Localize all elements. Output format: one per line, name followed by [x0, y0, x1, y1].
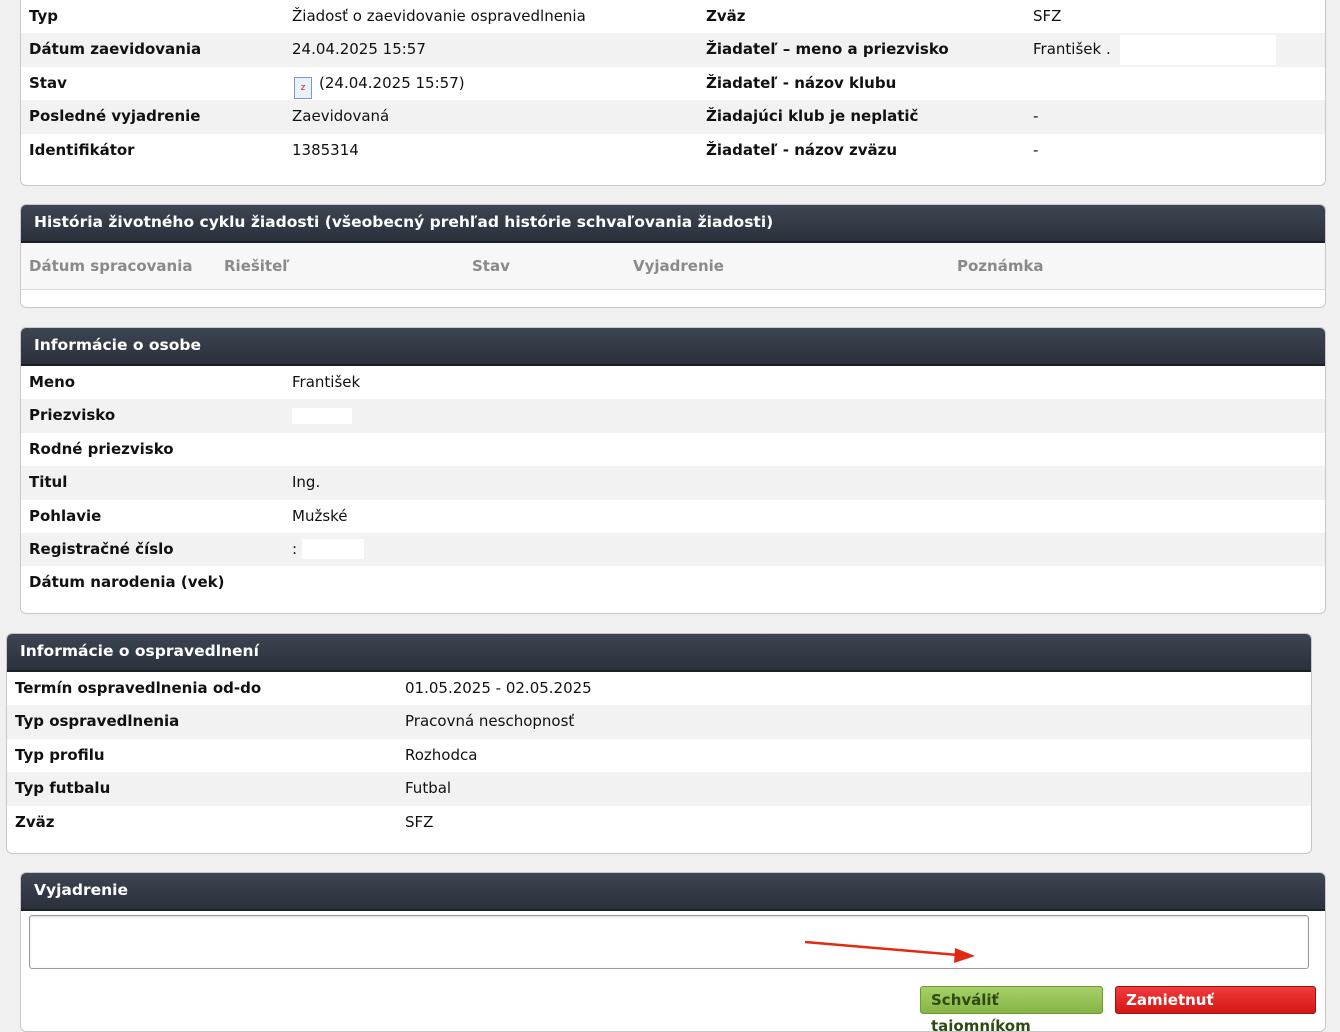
person-title: Informácie o osobe [21, 328, 1325, 366]
redacted-mask [292, 570, 520, 595]
column-note[interactable]: Poznámka [957, 243, 1044, 289]
label-title: Titul [29, 473, 68, 492]
statement-panel: Vyjadrenie Schváliť tajomníkom Zamietnuť… [20, 872, 1326, 1032]
label-gender: Pohlavie [29, 506, 102, 525]
label-birth-surname: Rodné priezvisko [29, 439, 174, 458]
value-gender: Mužské [292, 506, 348, 525]
excuse-row-football: Typ futbalu Futbal [7, 772, 1311, 806]
column-status[interactable]: Stav [472, 243, 510, 289]
label-status: Stav [29, 73, 67, 92]
person-row-first-name: Meno František [21, 366, 1325, 399]
value-identifier: 1385314 [292, 140, 359, 159]
reject-button[interactable]: Zamietnuť tajomníkom [1115, 986, 1316, 1031]
excuse-row-union: Zväz SFZ [7, 806, 1311, 839]
label-excuse-type: Typ ospravedlnenia [15, 712, 180, 731]
value-union: SFZ [1033, 7, 1062, 25]
person-panel: Informácie o osobe Meno František Priezv… [20, 327, 1326, 614]
value-registration-date: 24.04.2025 15:57 [292, 40, 426, 59]
history-title: História životného cyklu žiadosti (všeob… [21, 205, 1325, 243]
value-registration-number: : [292, 539, 298, 558]
redacted-mask [292, 407, 352, 424]
excuse-row-profile: Typ profilu Rozhodca [7, 739, 1311, 772]
person-row-title: Titul Ing. [21, 466, 1325, 500]
value-status-wrap: z (24.04.2025 15:57) [294, 67, 465, 100]
label-union: Zväz [706, 7, 746, 25]
value-type: Žiadosť o zaevidovanie ospravedlnenia [292, 7, 586, 25]
history-table-header: Dátum spracovania Riešiteľ Stav Vyjadren… [21, 243, 1325, 290]
value-excuse-period: 01.05.2025 - 02.05.2025 [405, 679, 592, 697]
label-profile-type: Typ profilu [15, 745, 105, 764]
value-first-name: František [292, 373, 361, 391]
label-type: Typ [29, 7, 58, 25]
statement-title: Vyjadrenie [21, 873, 1325, 911]
value-profile-type: Rozhodca [405, 745, 478, 764]
person-row-birth-surname: Rodné priezvisko [21, 433, 1325, 466]
label-applicant-union: Žiadateľ - názov zväzu [706, 140, 898, 159]
request-row-type: Typ Žiadosť o zaevidovanie ospravedlneni… [21, 0, 1325, 33]
column-statement[interactable]: Vyjadrenie [633, 243, 724, 289]
request-row-status: Stav z (24.04.2025 15:57) Žiadateľ - názo… [21, 67, 1325, 100]
column-solver[interactable]: Riešiteľ [224, 243, 289, 289]
value-birth-date-wrap [292, 566, 520, 599]
label-registration-number: Registračné číslo [29, 539, 174, 558]
label-identifier: Identifikátor [29, 140, 135, 159]
person-row-surname: Priezvisko [21, 399, 1325, 433]
request-info-panel: Typ Žiadosť o zaevidovanie ospravedlneni… [20, 0, 1326, 186]
excuse-title: Informácie o ospravedlnení [7, 634, 1311, 672]
request-row-identifier: Identifikátor 1385314 Žiadateľ - názov z… [21, 134, 1325, 167]
value-excuse-type: Pracovná neschopnosť [405, 712, 575, 731]
value-status: (24.04.2025 15:57) [319, 73, 465, 92]
value-title: Ing. [292, 473, 321, 492]
value-registration-number-wrap: : [292, 533, 364, 566]
value-excuse-union: SFZ [405, 812, 434, 831]
value-surname-wrap [292, 399, 352, 432]
value-football-type: Futbal [405, 779, 452, 798]
approve-button[interactable]: Schváliť tajomníkom [920, 986, 1103, 1031]
statement-textarea[interactable] [29, 915, 1309, 969]
excuse-row-period: Termín ospravedlnenia od-do 01.05.2025 -… [7, 672, 1311, 705]
label-applicant-club: Žiadateľ - názov klubu [706, 73, 897, 92]
label-excuse-union: Zväz [15, 812, 55, 831]
label-applicant-name: Žiadateľ – meno a priezvisko [706, 40, 949, 59]
label-registration-date: Dátum zaevidovania [29, 40, 202, 59]
history-panel: História životného cyklu žiadosti (všeob… [20, 204, 1326, 308]
person-row-gender: Pohlavie Mužské [21, 500, 1325, 533]
value-applicant-name-wrap: František . [1033, 33, 1276, 66]
excuse-row-type: Typ ospravedlnenia Pracovná neschopnosť [7, 705, 1311, 739]
request-row-last-statement: Posledné vyjadrenie Zaevidovaná Žiadajúc… [21, 100, 1325, 134]
value-applicant-name: František . [1033, 40, 1111, 59]
value-last-statement: Zaevidovaná [292, 107, 390, 126]
redacted-mask [1119, 34, 1276, 65]
excuse-panel: Informácie o ospravedlnení Termín osprav… [6, 633, 1312, 854]
label-football-type: Typ futbalu [15, 779, 111, 798]
redacted-mask [301, 539, 364, 560]
value-club-debtor: - [1033, 107, 1039, 126]
label-excuse-period: Termín ospravedlnenia od-do [15, 679, 262, 697]
request-row-date: Dátum zaevidovania 24.04.2025 15:57 Žiad… [21, 33, 1325, 67]
label-first-name: Meno [29, 373, 76, 391]
label-surname: Priezvisko [29, 406, 116, 425]
label-birth-date: Dátum narodenia (vek) [29, 573, 225, 592]
document-icon[interactable]: z [294, 76, 312, 99]
label-club-debtor: Žiadajúci klub je neplatič [706, 107, 919, 126]
value-applicant-union: - [1033, 140, 1039, 159]
person-row-birth-date: Dátum narodenia (vek) [21, 566, 1325, 599]
person-row-registration-number: Registračné číslo : [21, 532, 1325, 567]
label-last-statement: Posledné vyjadrenie [29, 107, 201, 126]
column-processing-date[interactable]: Dátum spracovania [29, 243, 193, 289]
